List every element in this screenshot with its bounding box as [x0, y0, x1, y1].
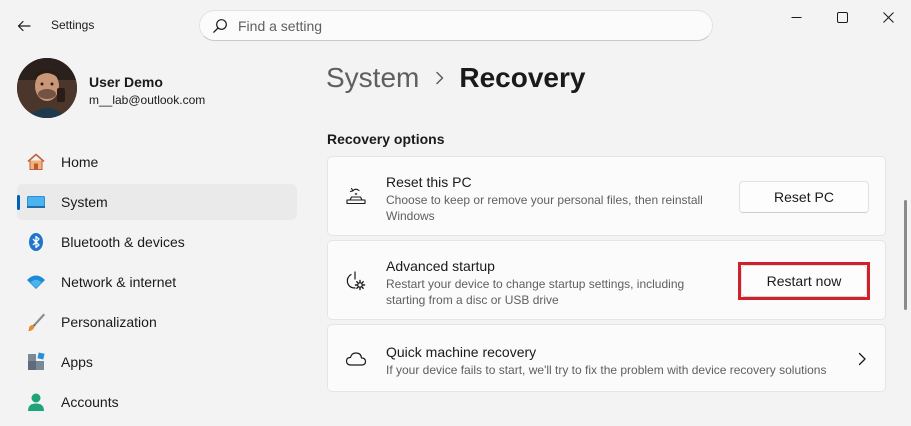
avatar[interactable]: [17, 58, 77, 118]
title-bar: Settings: [0, 0, 911, 50]
breadcrumb-parent[interactable]: System: [326, 62, 419, 94]
sidebar-item-personalization[interactable]: Personalization: [17, 304, 297, 340]
brush-icon: [27, 313, 45, 332]
card-title: Reset this PC: [386, 174, 472, 190]
reset-pc-card: Reset this PC Choose to keep or remove y…: [327, 156, 886, 236]
sidebar-item-apps[interactable]: Apps: [17, 344, 297, 380]
system-icon: [27, 196, 45, 208]
apps-icon: [28, 352, 45, 370]
user-email: m__lab@outlook.com: [89, 93, 206, 107]
sidebar-item-bluetooth[interactable]: Bluetooth & devices: [17, 224, 297, 260]
sidebar-item-label: Personalization: [61, 314, 157, 330]
search-input[interactable]: [238, 17, 698, 35]
card-description: starting from a disc or USB drive: [386, 293, 559, 307]
card-description: Restart your device to change startup se…: [386, 277, 685, 291]
bluetooth-icon: [29, 233, 43, 251]
minimize-button[interactable]: [773, 0, 819, 34]
search-box[interactable]: [199, 10, 713, 41]
account-icon: [28, 393, 44, 411]
chevron-right-icon: [435, 71, 445, 85]
sidebar-item-accounts[interactable]: Accounts: [17, 384, 297, 420]
app-title: Settings: [51, 18, 95, 32]
chevron-right-icon: [858, 352, 866, 366]
breadcrumb: System Recovery: [326, 60, 585, 96]
wifi-icon: [27, 275, 45, 289]
highlight-box: [738, 262, 870, 300]
card-title: Quick machine recovery: [386, 344, 537, 360]
search-icon: [213, 19, 227, 33]
card-description: Choose to keep or remove your personal f…: [386, 193, 703, 207]
close-icon: [882, 11, 894, 23]
reset-pc-button[interactable]: Reset PC: [739, 181, 869, 213]
page-title: Recovery: [459, 62, 586, 93]
back-arrow-icon: [17, 20, 31, 32]
minimize-icon: [791, 16, 801, 18]
reset-pc-icon: [346, 187, 366, 205]
home-icon: [27, 153, 45, 170]
sidebar-item-label: Network & internet: [61, 274, 177, 290]
sidebar-item-home[interactable]: Home: [17, 144, 297, 180]
card-description: Windows: [386, 209, 435, 223]
sidebar-item-network[interactable]: Network & internet: [17, 264, 297, 300]
close-button[interactable]: [865, 0, 911, 34]
avatar-image: [17, 58, 77, 118]
active-indicator: [17, 195, 20, 210]
maximize-button[interactable]: [819, 0, 865, 34]
sidebar-item-label: System: [61, 194, 108, 210]
sidebar-item-label: Apps: [61, 354, 93, 370]
back-button[interactable]: [10, 12, 38, 40]
cloud-icon: [345, 352, 367, 366]
advanced-startup-icon: [346, 271, 366, 291]
sidebar-item-label: Accounts: [61, 394, 119, 410]
advanced-startup-card: Advanced startup Restart your device to …: [327, 240, 886, 320]
card-description: If your device fails to start, we'll try…: [386, 363, 827, 377]
scrollbar[interactable]: [904, 200, 907, 310]
quick-machine-recovery-card[interactable]: Quick machine recovery If your device fa…: [327, 324, 886, 392]
section-title: Recovery options: [327, 131, 445, 147]
card-title: Advanced startup: [386, 258, 495, 274]
user-name: User Demo: [89, 74, 163, 90]
sidebar-item-label: Home: [61, 154, 99, 170]
maximize-icon: [836, 11, 848, 23]
sidebar-item-system[interactable]: System: [17, 184, 297, 220]
sidebar-item-label: Bluetooth & devices: [61, 234, 185, 250]
